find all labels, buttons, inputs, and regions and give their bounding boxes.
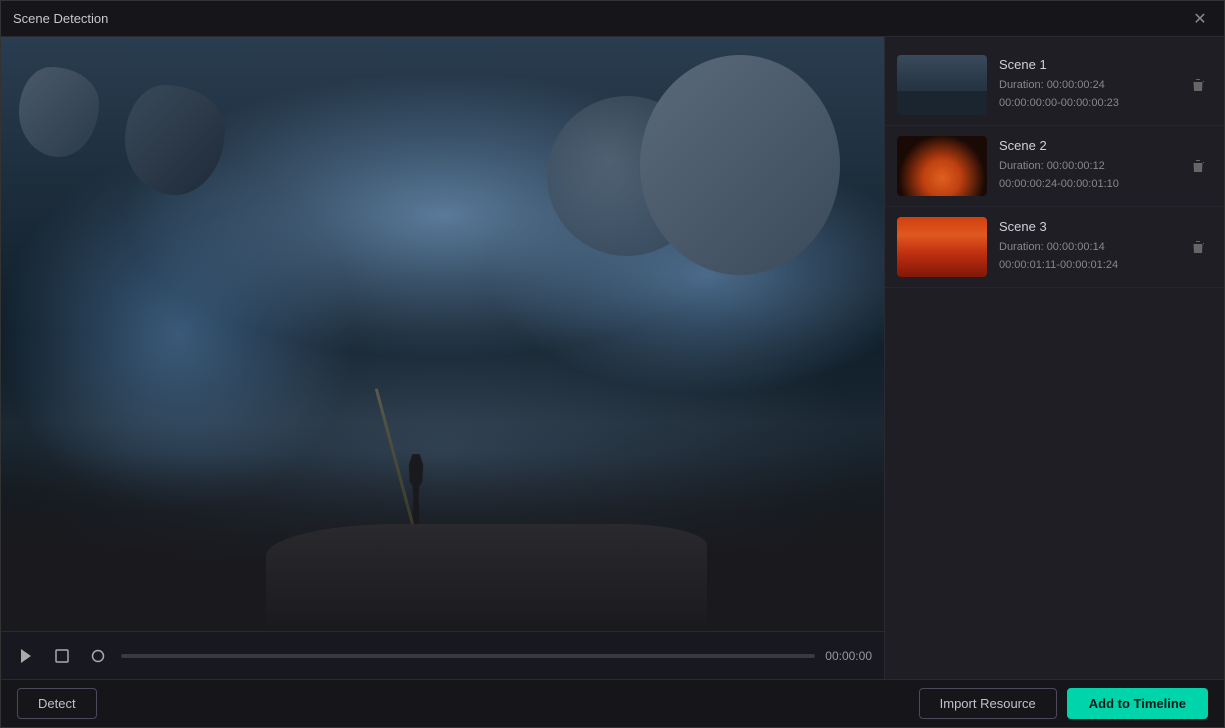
scene-info-1: Scene 1 Duration: 00:00:00:24 00:00:00:0… [999, 57, 1172, 112]
video-scene [1, 37, 884, 631]
scene-duration-2: Duration: 00:00:00:12 00:00:00:24-00:00:… [999, 158, 1172, 193]
scene-name-2: Scene 2 [999, 138, 1172, 153]
trash-icon-3 [1190, 239, 1206, 255]
main-content: 00:00:00 Scene 1 Duration: 00:00:00:24 0… [1, 37, 1224, 679]
scene-item-2[interactable]: Scene 2 Duration: 00:00:00:12 00:00:00:2… [885, 126, 1224, 207]
crop-icon [54, 648, 70, 664]
video-area: 00:00:00 [1, 37, 884, 679]
rock-decoration-3 [640, 55, 840, 275]
scene-thumbnail-2 [897, 136, 987, 196]
ground-decoration [1, 453, 884, 631]
scene-thumbnail-3 [897, 217, 987, 277]
title-bar: Scene Detection ✕ [1, 1, 1224, 37]
crop-button[interactable] [49, 643, 75, 669]
delete-scene-3-button[interactable] [1184, 233, 1212, 261]
warrior-silhouette [401, 444, 431, 524]
window-title: Scene Detection [13, 11, 108, 26]
play-button[interactable] [13, 643, 39, 669]
add-to-timeline-button[interactable]: Add to Timeline [1067, 688, 1208, 719]
circle-button[interactable] [85, 643, 111, 669]
scene-info-2: Scene 2 Duration: 00:00:00:12 00:00:00:2… [999, 138, 1172, 193]
scene-detection-window: Scene Detection ✕ [0, 0, 1225, 728]
trash-icon-2 [1190, 158, 1206, 174]
video-preview [1, 37, 884, 631]
close-button[interactable]: ✕ [1188, 7, 1212, 31]
rock-decoration-1 [19, 67, 99, 157]
scene-name-1: Scene 1 [999, 57, 1172, 72]
scene-info-3: Scene 3 Duration: 00:00:00:14 00:00:01:1… [999, 219, 1172, 274]
import-resource-button[interactable]: Import Resource [919, 688, 1057, 719]
video-container [1, 37, 884, 631]
trash-icon-1 [1190, 77, 1206, 93]
delete-scene-1-button[interactable] [1184, 71, 1212, 99]
play-icon [18, 648, 34, 664]
circle-icon [90, 648, 106, 664]
scene-duration-3: Duration: 00:00:00:14 00:00:01:11-00:00:… [999, 239, 1172, 274]
video-controls: 00:00:00 [1, 631, 884, 679]
scene-duration-1: Duration: 00:00:00:24 00:00:00:00-00:00:… [999, 77, 1172, 112]
scene-thumbnail-1 [897, 55, 987, 115]
time-display: 00:00:00 [825, 649, 872, 663]
bottom-bar: Detect Import Resource Add to Timeline [1, 679, 1224, 727]
rock-decoration-2 [125, 85, 225, 195]
scene-item-1[interactable]: Scene 1 Duration: 00:00:00:24 00:00:00:0… [885, 45, 1224, 126]
detect-button[interactable]: Detect [17, 688, 97, 719]
ground-rock [266, 524, 708, 631]
scenes-panel: Scene 1 Duration: 00:00:00:24 00:00:00:0… [884, 37, 1224, 679]
scene-item-3[interactable]: Scene 3 Duration: 00:00:00:14 00:00:01:1… [885, 207, 1224, 288]
right-actions: Import Resource Add to Timeline [919, 688, 1208, 719]
delete-scene-2-button[interactable] [1184, 152, 1212, 180]
progress-bar[interactable] [121, 654, 815, 658]
scene-name-3: Scene 3 [999, 219, 1172, 234]
